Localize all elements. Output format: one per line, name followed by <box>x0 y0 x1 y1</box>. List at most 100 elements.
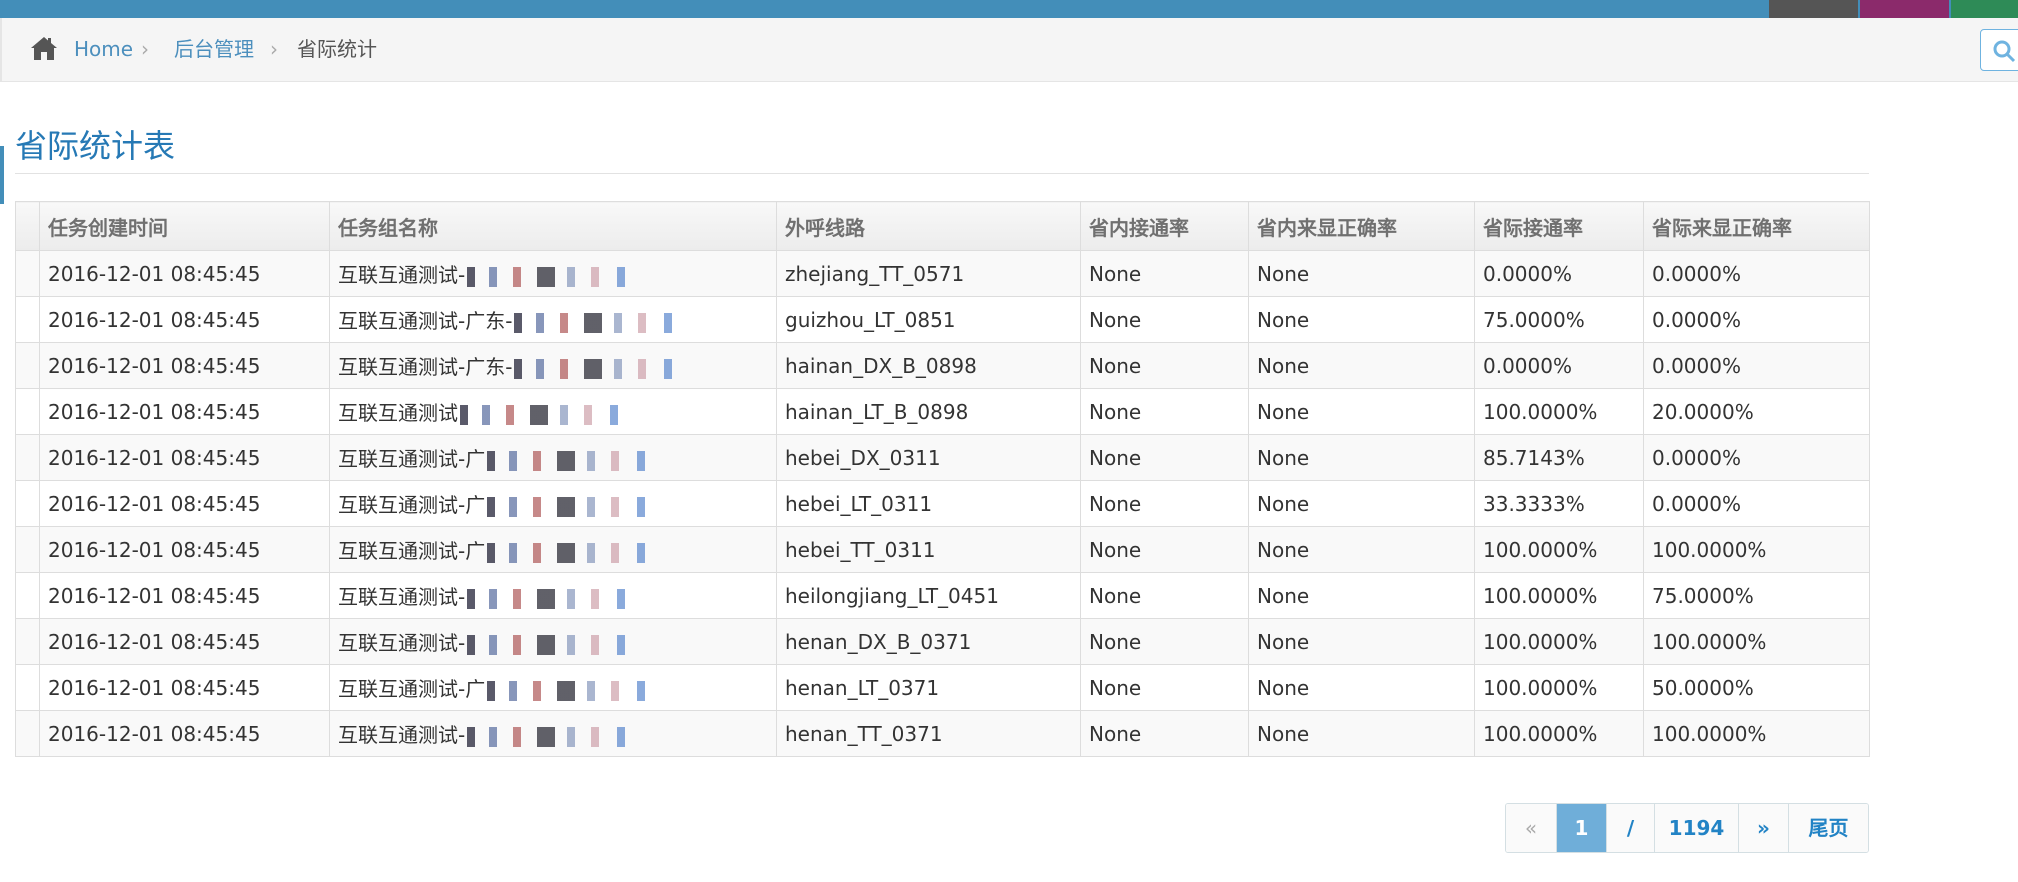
cell-text: None <box>1257 721 1310 746</box>
table-cell-in-rate: None <box>1080 434 1249 481</box>
column-header[interactable]: 外呼线路 <box>776 201 1081 251</box>
table-row[interactable]: 2016-12-01 08:45:45 互联互通测试-heilongjiang_L… <box>15 572 1870 619</box>
cell-text: None <box>1089 629 1142 654</box>
breadcrumb-home[interactable]: Home <box>74 36 133 62</box>
table-cell-inter-rate: 85.7143% <box>1474 434 1644 481</box>
table-cell-route: hebei_DX_0311 <box>776 434 1081 481</box>
table-cell-route: hainan_DX_B_0898 <box>776 342 1081 389</box>
search-button[interactable] <box>1980 29 2018 71</box>
cell-text: None <box>1257 399 1310 424</box>
table-cell-inter-rate: 100.0000% <box>1474 710 1644 757</box>
redacted-mask <box>467 634 638 655</box>
cell-text: None <box>1089 675 1142 700</box>
table-header-spacer <box>15 201 40 251</box>
table-cell-in-rate: None <box>1080 342 1249 389</box>
column-header[interactable]: 省内接通率 <box>1080 201 1249 251</box>
pagination-last-button[interactable]: 尾页 <box>1788 804 1868 852</box>
table-row[interactable]: 2016-12-01 08:45:45 互联互通测试-henan_TT_0371 N… <box>15 710 1870 757</box>
top-navbar <box>0 0 2018 18</box>
table-cell-in-rate: None <box>1080 618 1249 665</box>
table-cell-inter-display: 0.0000% <box>1643 434 1870 481</box>
table-cell-route: hebei_LT_0311 <box>776 480 1081 527</box>
pagination-total-pages[interactable]: 1194 <box>1654 804 1738 852</box>
table-cell-group: 互联互通测试-广 <box>329 480 777 527</box>
table-cell-created: 2016-12-01 08:45:45 <box>39 388 330 435</box>
row-spacer <box>15 434 40 481</box>
table-body: 2016-12-01 08:45:45 互联互通测试-zhejiang_TT_05… <box>15 250 1870 757</box>
pagination: « 1 / 1194 » 尾页 <box>1505 803 1869 853</box>
cell-text: 互联互通测试-广 <box>338 539 486 563</box>
table-row[interactable]: 2016-12-01 08:45:45 互联互通测试-广东-guizhou_LT_… <box>15 296 1870 343</box>
table-cell-created: 2016-12-01 08:45:45 <box>39 572 330 619</box>
table-cell-in-display: None <box>1248 572 1475 619</box>
redacted-mask <box>487 450 658 471</box>
cell-text: None <box>1257 445 1310 470</box>
table-header-row: 任务创建时间 任务组名称 外呼线路 省内接通率 省内来显正确率 省际接通率 省际… <box>15 201 1870 251</box>
row-spacer <box>15 250 40 297</box>
cell-text: 100.0000% <box>1652 721 1767 746</box>
column-header[interactable]: 省际来显正确率 <box>1643 201 1870 251</box>
cell-text: henan_TT_0371 <box>785 721 943 746</box>
breadcrumb-current: 省际统计 <box>297 37 377 61</box>
cell-text: 互联互通测试-广 <box>338 677 486 701</box>
pagination-divider: / <box>1606 804 1654 852</box>
table-cell-created: 2016-12-01 08:45:45 <box>39 526 330 573</box>
cell-text: 0.0000% <box>1483 353 1572 378</box>
table-row[interactable]: 2016-12-01 08:45:45 互联互通测试-广东-hainan_DX_B… <box>15 342 1870 389</box>
table-cell-created: 2016-12-01 08:45:45 <box>39 480 330 527</box>
column-header[interactable]: 省际接通率 <box>1474 201 1644 251</box>
skin-swatch-green[interactable] <box>1951 0 2018 18</box>
table-row[interactable]: 2016-12-01 08:45:45 互联互通测试-广 hebei_TT_0311… <box>15 526 1870 573</box>
cell-text: None <box>1089 583 1142 608</box>
table-cell-inter-display: 0.0000% <box>1643 480 1870 527</box>
table-cell-in-display: None <box>1248 480 1475 527</box>
table-row[interactable]: 2016-12-01 08:45:45 互联互通测试-广 hebei_DX_0311… <box>15 434 1870 481</box>
skin-swatch-gray[interactable] <box>1769 0 1858 18</box>
table-row[interactable]: 2016-12-01 08:45:45 互联互通测试-henan_DX_B_037… <box>15 618 1870 665</box>
table-cell-in-display: None <box>1248 250 1475 297</box>
skin-swatch-purple[interactable] <box>1860 0 1949 18</box>
redacted-mask <box>467 726 638 747</box>
table-cell-in-rate: None <box>1080 710 1249 757</box>
table-row[interactable]: 2016-12-01 08:45:45 互联互通测试-广 hebei_LT_0311… <box>15 480 1870 527</box>
pagination-next-button[interactable]: » <box>1738 804 1788 852</box>
row-spacer <box>15 710 40 757</box>
table-cell-created: 2016-12-01 08:45:45 <box>39 342 330 389</box>
table-cell-group: 互联互通测试-广东- <box>329 296 777 343</box>
table-cell-route: hainan_LT_B_0898 <box>776 388 1081 435</box>
cell-text: None <box>1089 307 1142 332</box>
cell-text: 0.0000% <box>1483 261 1572 286</box>
table-cell-created: 2016-12-01 08:45:45 <box>39 710 330 757</box>
table-row[interactable]: 2016-12-01 08:45:45 互联互通测试-广 henan_LT_0371… <box>15 664 1870 711</box>
row-spacer <box>15 618 40 665</box>
table-cell-in-display: None <box>1248 710 1475 757</box>
page-title: 省际统计表 <box>15 127 176 165</box>
table-cell-group: 互联互通测试- <box>329 710 777 757</box>
breadcrumb-admin[interactable]: 后台管理 <box>174 36 254 62</box>
cell-text: None <box>1089 445 1142 470</box>
table-cell-in-rate: None <box>1080 572 1249 619</box>
cell-text: hebei_DX_0311 <box>785 445 941 470</box>
table-cell-in-display: None <box>1248 342 1475 389</box>
table-cell-inter-rate: 75.0000% <box>1474 296 1644 343</box>
pagination-current-page[interactable]: 1 <box>1556 804 1606 852</box>
table-row[interactable]: 2016-12-01 08:45:45 互联互通测试 hainan_LT_B_089… <box>15 388 1870 435</box>
pagination-prev-button[interactable]: « <box>1506 804 1556 852</box>
column-header[interactable]: 省内来显正确率 <box>1248 201 1475 251</box>
table-cell-in-display: None <box>1248 664 1475 711</box>
cell-text: 2016-12-01 08:45:45 <box>48 721 261 746</box>
table-row[interactable]: 2016-12-01 08:45:45 互联互通测试-zhejiang_TT_05… <box>15 250 1870 297</box>
row-spacer <box>15 526 40 573</box>
cell-text: 100.0000% <box>1483 721 1598 746</box>
column-header[interactable]: 任务创建时间 <box>39 201 330 251</box>
cell-text: 100.0000% <box>1483 583 1598 608</box>
column-header[interactable]: 任务组名称 <box>329 201 777 251</box>
cell-text: None <box>1089 721 1142 746</box>
cell-text: henan_LT_0371 <box>785 675 940 700</box>
cell-text: 20.0000% <box>1652 399 1754 424</box>
table-cell-group: 互联互通测试-广 <box>329 664 777 711</box>
cell-text: None <box>1089 537 1142 562</box>
home-icon[interactable] <box>30 35 58 61</box>
table-cell-inter-display: 100.0000% <box>1643 710 1870 757</box>
row-spacer <box>15 572 40 619</box>
